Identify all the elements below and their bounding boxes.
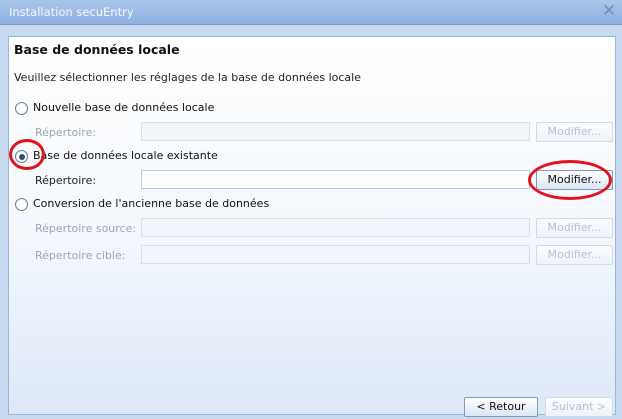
title-bar: Installation secuEntry ✕ (0, 0, 622, 25)
modify-button-target[interactable]: Modifier... (536, 245, 613, 265)
back-button[interactable]: < Retour (464, 397, 538, 417)
directory-input-existing[interactable] (141, 170, 530, 189)
target-directory-label: Répertoire cible: (35, 249, 126, 262)
option-label-existing-database: Base de données locale existante (33, 149, 218, 162)
next-button[interactable]: Suivant > (545, 397, 613, 417)
option-label-new-database: Nouvelle base de données locale (33, 101, 215, 114)
highlight-modify-button (528, 160, 612, 200)
page-title: Base de données locale (14, 42, 180, 57)
directory-label-new: Répertoire: (35, 126, 97, 139)
target-directory-input[interactable] (141, 245, 530, 264)
window-title: Installation secuEntry (9, 5, 134, 19)
radio-convert-database[interactable] (15, 198, 28, 211)
source-directory-input[interactable] (141, 218, 530, 237)
source-directory-label: Répertoire source: (35, 222, 137, 235)
radio-new-database[interactable] (15, 102, 28, 115)
directory-label-existing: Répertoire: (35, 174, 97, 187)
highlight-radio-existing (9, 139, 45, 170)
directory-input-new[interactable] (141, 122, 530, 141)
close-icon[interactable]: ✕ (601, 2, 617, 20)
modify-button-new[interactable]: Modifier... (536, 122, 613, 142)
page-subtitle: Veuillez sélectionner les réglages de la… (14, 71, 361, 84)
option-label-convert-database: Conversion de l'ancienne base de données (33, 197, 270, 210)
modify-button-source[interactable]: Modifier... (536, 218, 613, 238)
